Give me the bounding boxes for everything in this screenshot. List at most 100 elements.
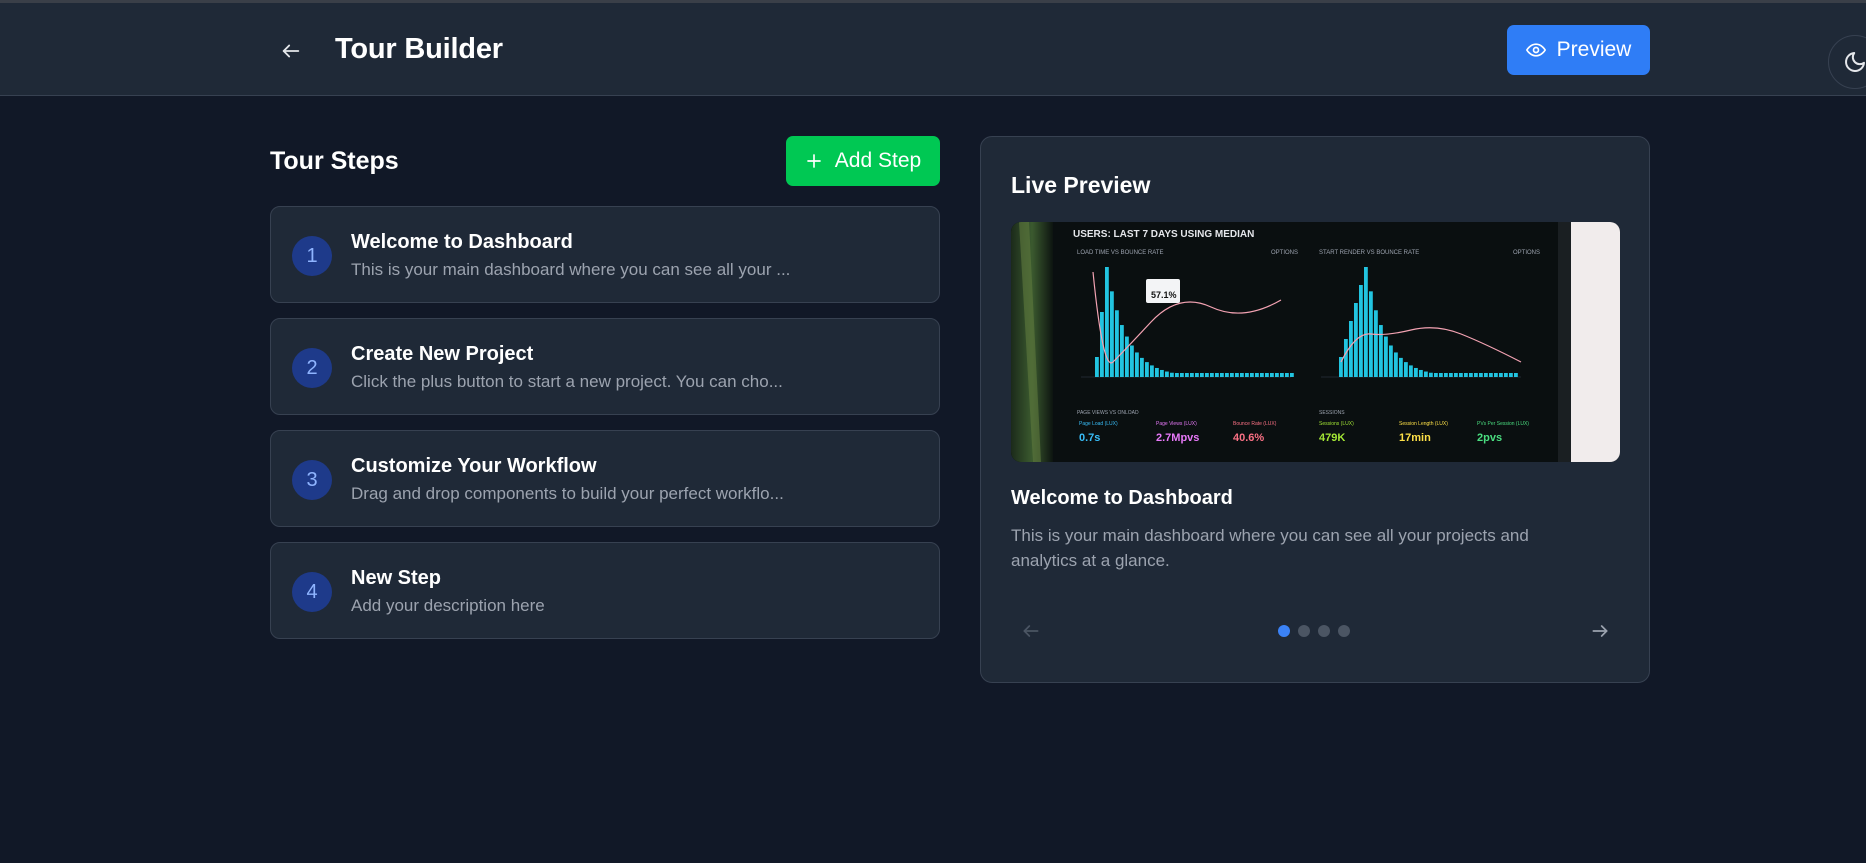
- histogram-bar: [1290, 373, 1294, 377]
- histogram-bar: [1235, 373, 1239, 377]
- eye-icon: [1525, 43, 1546, 57]
- histogram-bar: [1180, 373, 1184, 377]
- histogram-bar: [1494, 373, 1498, 377]
- histogram-bar: [1245, 373, 1249, 377]
- histogram-bar: [1379, 325, 1383, 377]
- histogram-bar: [1424, 371, 1428, 377]
- histogram-bar: [1514, 373, 1518, 377]
- step-title: New Step: [351, 567, 442, 589]
- histogram-bar: [1240, 373, 1244, 377]
- pagination-dot-4[interactable]: [1338, 625, 1350, 637]
- histogram-bar: [1190, 373, 1194, 377]
- pagination-dot-2[interactable]: [1298, 625, 1310, 637]
- step-number-badge: 4: [292, 572, 332, 612]
- histogram-bar: [1399, 357, 1403, 377]
- histogram-bar: [1170, 372, 1174, 377]
- histogram-bar: [1275, 373, 1279, 377]
- preview-image: USERS: LAST 7 DAYS USING MEDIAN LOAD TIM…: [1011, 222, 1620, 462]
- histogram-bar: [1285, 373, 1289, 377]
- step-card-2[interactable]: 2 Create New Project Click the plus butt…: [270, 318, 940, 415]
- step-title: Customize Your Workflow: [351, 455, 597, 477]
- histogram-bar: [1265, 373, 1269, 377]
- histogram-bar: [1260, 373, 1264, 377]
- histogram-bar: [1125, 336, 1129, 377]
- histogram-bar: [1349, 321, 1353, 377]
- histogram-bar: [1404, 362, 1408, 377]
- svg-text:Sessions (LUX): Sessions (LUX): [1319, 421, 1354, 427]
- histogram-bar: [1344, 339, 1348, 377]
- histogram-bar: [1250, 373, 1254, 377]
- svg-text:START RENDER VS BOUNCE RATE: START RENDER VS BOUNCE RATE: [1319, 250, 1419, 256]
- arrow-left-icon: [1023, 625, 1039, 637]
- histogram-bar: [1145, 362, 1149, 377]
- histogram-bar: [1135, 352, 1139, 377]
- step-card-1[interactable]: 1 Welcome to Dashboard This is your main…: [270, 206, 940, 303]
- histogram-bar: [1215, 373, 1219, 377]
- histogram-bar: [1165, 371, 1169, 377]
- pagination-dot-1[interactable]: [1278, 625, 1290, 637]
- svg-text:PAGE VIEWS VS ONLOAD: PAGE VIEWS VS ONLOAD: [1077, 410, 1139, 416]
- previous-step-button[interactable]: [1021, 621, 1045, 645]
- histogram-bar: [1434, 373, 1438, 377]
- step-pagination-dots: [1278, 625, 1350, 637]
- histogram-bar: [1499, 373, 1503, 377]
- histogram-bar: [1155, 367, 1159, 377]
- svg-text:Page Load (LUX): Page Load (LUX): [1079, 421, 1118, 427]
- svg-text:2pvs: 2pvs: [1477, 432, 1502, 444]
- histogram-bar: [1160, 369, 1164, 377]
- histogram-bar: [1484, 373, 1488, 377]
- histogram-bar: [1130, 345, 1134, 377]
- histogram-bar: [1140, 357, 1144, 377]
- histogram-bar: [1459, 373, 1463, 377]
- histogram-bar: [1185, 373, 1189, 377]
- tour-steps-heading: Tour Steps: [270, 147, 399, 175]
- add-step-button[interactable]: Add Step: [786, 136, 940, 186]
- live-preview-heading: Live Preview: [1011, 172, 1151, 198]
- histogram-bar: [1205, 373, 1209, 377]
- step-card-3[interactable]: 3 Customize Your Workflow Drag and drop …: [270, 430, 940, 527]
- histogram-bar: [1110, 291, 1114, 377]
- histogram-bar: [1230, 373, 1234, 377]
- moon-icon: [1845, 52, 1865, 72]
- steps-list: 1 Welcome to Dashboard This is your main…: [270, 206, 940, 654]
- svg-text:17min: 17min: [1399, 432, 1431, 444]
- svg-text:OPTIONS: OPTIONS: [1271, 250, 1298, 256]
- svg-text:PVs Per Session (LUX): PVs Per Session (LUX): [1477, 421, 1529, 427]
- histogram-bar: [1115, 310, 1119, 377]
- histogram-bar: [1429, 372, 1433, 377]
- svg-text:40.6%: 40.6%: [1233, 432, 1264, 444]
- preview-button[interactable]: Preview: [1507, 25, 1650, 75]
- histogram-bar: [1469, 373, 1473, 377]
- histogram-bar: [1454, 373, 1458, 377]
- histogram-bar: [1374, 310, 1378, 377]
- dashboard-screenshot-image: USERS: LAST 7 DAYS USING MEDIAN LOAD TIM…: [1011, 222, 1620, 462]
- svg-text:Page Views (LUX): Page Views (LUX): [1156, 421, 1197, 427]
- step-card-4[interactable]: 4 New Step Add your description here: [270, 542, 940, 639]
- histogram-bar: [1200, 373, 1204, 377]
- histogram-bar: [1364, 267, 1368, 377]
- histogram-bar: [1255, 373, 1259, 377]
- pagination-dot-3[interactable]: [1318, 625, 1330, 637]
- step-number-badge: 3: [292, 460, 332, 500]
- histogram-bar: [1280, 373, 1284, 377]
- histogram-bar: [1195, 373, 1199, 377]
- preview-button-label: Preview: [1556, 38, 1632, 61]
- step-title: Create New Project: [351, 343, 534, 365]
- histogram-bar: [1414, 367, 1418, 377]
- histogram-bar: [1504, 373, 1508, 377]
- histogram-bar: [1220, 373, 1224, 377]
- histogram-bar: [1409, 365, 1413, 377]
- back-button[interactable]: [274, 34, 308, 68]
- svg-text:57.1%: 57.1%: [1151, 290, 1177, 300]
- step-description: Click the plus button to start a new pro…: [351, 372, 783, 391]
- histogram-bar: [1509, 373, 1513, 377]
- histogram-bar: [1394, 352, 1398, 377]
- arrow-right-icon: [1592, 625, 1608, 637]
- histogram-bar: [1389, 345, 1393, 377]
- preview-step-description: This is your main dashboard where you ca…: [1011, 526, 1529, 570]
- plus-icon: [806, 154, 821, 168]
- next-step-button[interactable]: [1590, 621, 1614, 645]
- step-title: Welcome to Dashboard: [351, 231, 573, 253]
- histogram-bar: [1359, 285, 1363, 377]
- histogram-bar: [1225, 373, 1229, 377]
